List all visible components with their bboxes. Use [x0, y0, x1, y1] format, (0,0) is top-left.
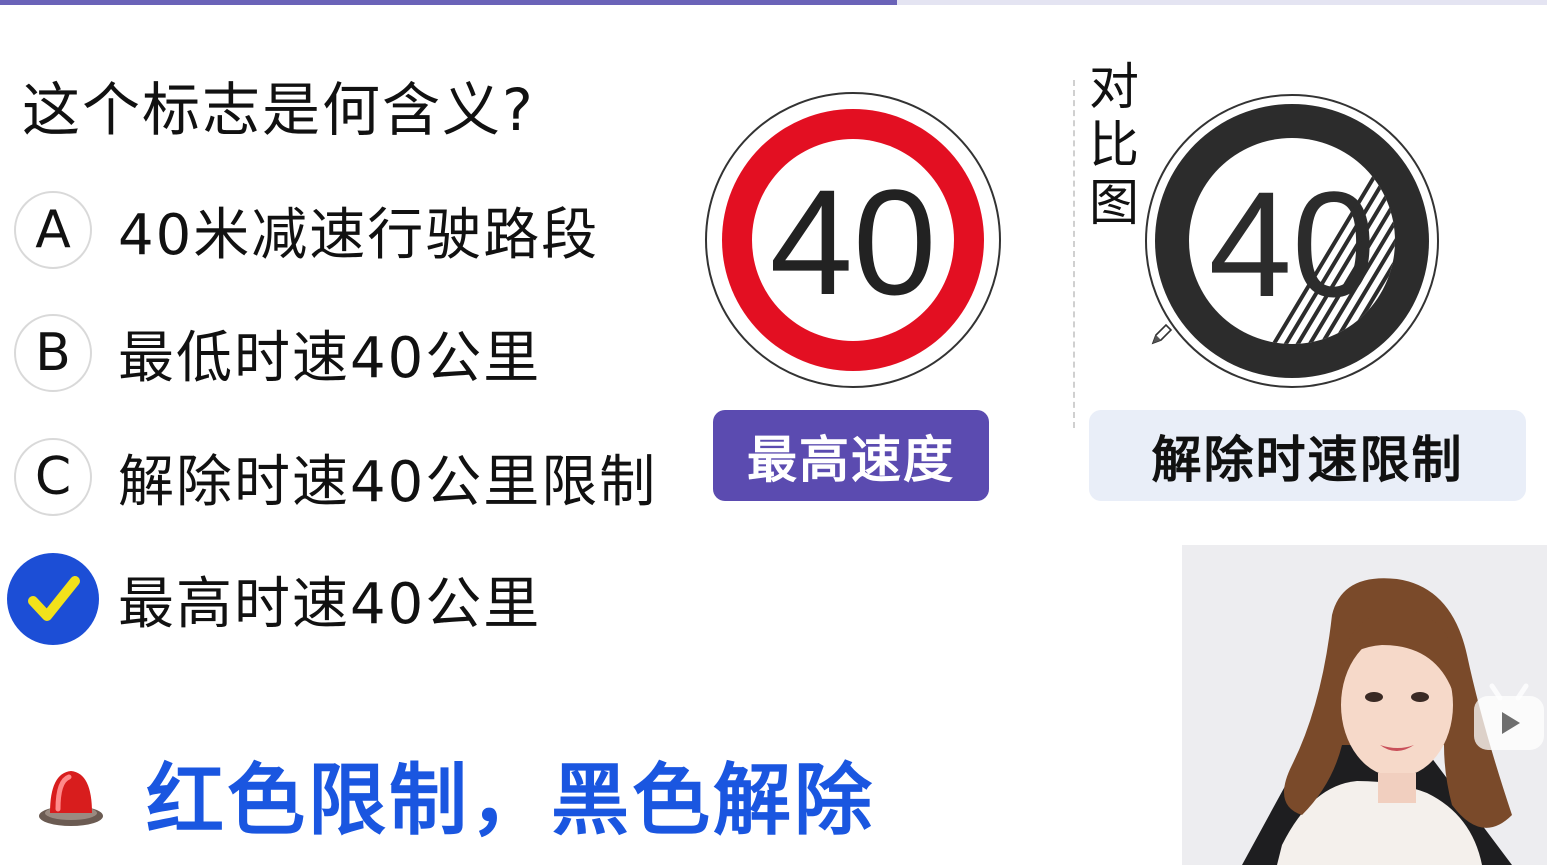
- release-limit-number: 40: [1209, 160, 1376, 328]
- option-d-text: 最高时速40公里: [118, 571, 542, 637]
- option-c[interactable]: C 解除时速40公里限制: [14, 436, 657, 518]
- release-limit-sign: 40: [1145, 94, 1439, 388]
- progress-fill: [0, 0, 898, 5]
- siren-light-icon: [39, 771, 103, 826]
- release-limit-label: 解除时速限制: [1089, 410, 1526, 501]
- pencil-cursor-icon: [1151, 323, 1173, 345]
- option-a-letter: A: [14, 191, 92, 269]
- max-speed-label: 最高速度: [713, 410, 989, 501]
- option-b-letter: B: [14, 314, 92, 392]
- tip-row: 红色限制，黑色解除: [36, 738, 875, 850]
- tip-text: 红色限制，黑色解除: [146, 756, 876, 846]
- option-b[interactable]: B 最低时速40公里: [14, 312, 541, 394]
- divider: [1073, 80, 1075, 428]
- question-title: 这个标志是何含义?: [22, 76, 535, 144]
- option-d-check: [7, 553, 99, 645]
- play-icon[interactable]: [1468, 676, 1547, 758]
- option-a[interactable]: A 40米减速行驶路段: [14, 189, 599, 271]
- check-icon: [28, 576, 80, 621]
- option-c-letter: C: [14, 438, 92, 516]
- progress-track: [0, 0, 1547, 5]
- option-b-text: 最低时速40公里: [118, 325, 542, 391]
- compare-label: 对比图: [1089, 58, 1139, 232]
- max-speed-number: 40: [770, 158, 937, 326]
- option-d-selected[interactable]: 最高时速40公里: [7, 553, 542, 645]
- max-speed-sign: 40: [705, 92, 1001, 388]
- option-a-text: 40米减速行驶路段: [118, 202, 600, 268]
- option-c-text: 解除时速40公里限制: [118, 449, 658, 515]
